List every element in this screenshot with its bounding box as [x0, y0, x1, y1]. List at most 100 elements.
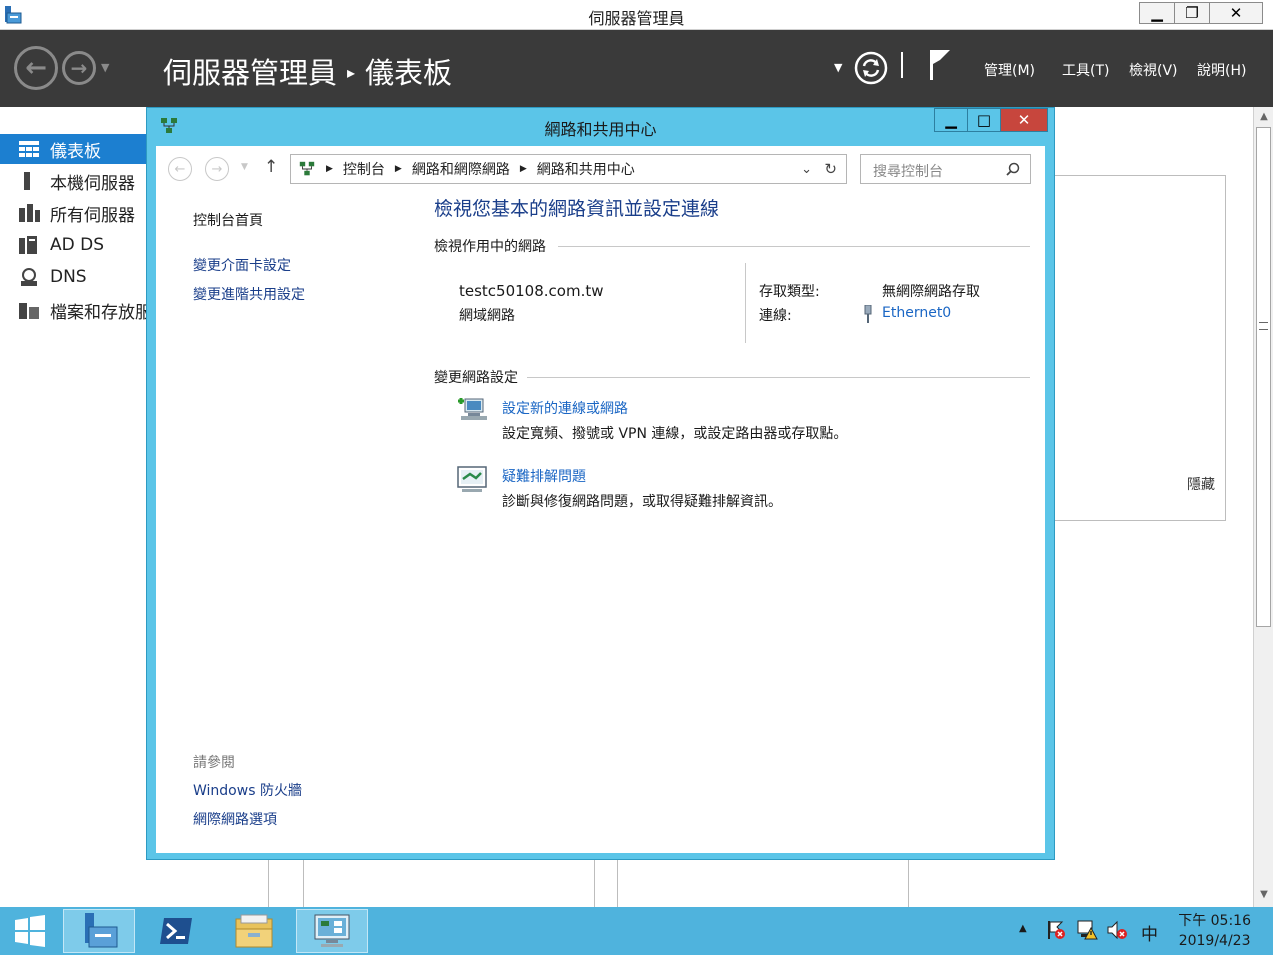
clock-time: 下午 05:16 — [1178, 913, 1251, 929]
scrollbar-thumb[interactable] — [1256, 127, 1271, 627]
menu-tools[interactable]: 工具(T) — [1062, 60, 1109, 80]
show-hidden-icons-button[interactable]: ▲ — [1019, 923, 1027, 934]
network-location-icon — [299, 161, 315, 176]
address-crumb-network-sharing[interactable]: 網路和共用中心 — [537, 159, 635, 179]
control-panel-home-link[interactable]: 控制台首頁 — [193, 210, 263, 230]
dashboard-icon — [19, 141, 39, 157]
forward-button[interactable]: → — [62, 51, 96, 85]
troubleshoot-link[interactable]: 疑難排解問題 — [502, 466, 586, 486]
dialog-maximize-button[interactable]: □ — [967, 108, 1001, 132]
dialog-close-button[interactable]: ✕ — [1000, 108, 1048, 132]
menu-view[interactable]: 檢視(V) — [1129, 60, 1178, 80]
taskbar-server-manager[interactable] — [63, 909, 135, 953]
panel-divider — [617, 860, 618, 907]
sidebar-item-ad-ds[interactable]: AD DS — [0, 230, 147, 260]
menu-manage[interactable]: 管理(M) — [984, 60, 1035, 80]
history-dropdown-icon[interactable]: ▼ — [101, 61, 109, 74]
minimize-button[interactable]: ▁ — [1139, 2, 1175, 24]
start-button[interactable] — [0, 909, 60, 953]
clock-date: 2019/4/23 — [1178, 933, 1251, 949]
header-divider — [901, 52, 903, 78]
taskbar: ▲ 中 下午 05:16 2019/4/23 — [0, 907, 1273, 955]
setup-new-connection-link[interactable]: 設定新的連線或網路 — [502, 398, 628, 418]
speaker-muted-icon[interactable] — [1106, 919, 1128, 941]
network-info-divider — [745, 263, 746, 343]
active-networks-title: 檢視作用中的網路 — [434, 239, 546, 255]
panel-divider — [594, 860, 595, 907]
setup-new-connection-desc: 設定寬頻、撥號或 VPN 連線，或設定路由器或存取點。 — [502, 426, 848, 442]
restore-button[interactable]: ❐ — [1174, 2, 1210, 24]
dialog-back-button[interactable]: ← — [168, 157, 192, 181]
header-dropdown-icon[interactable]: ▼ — [834, 61, 842, 74]
up-level-button[interactable]: ↑ — [264, 157, 278, 177]
file-storage-icon — [19, 303, 39, 319]
troubleshoot-desc: 診斷與修復網路問題，或取得疑難排解資訊。 — [502, 494, 782, 510]
page-heading: 檢視您基本的網路資訊並設定連線 — [434, 198, 720, 220]
close-button[interactable]: ✕ — [1209, 2, 1263, 24]
sidebar-item-local-server[interactable]: 本機伺服器 — [0, 166, 147, 196]
window-controls: ▁ ❐ ✕ — [1139, 2, 1263, 24]
sidebar-label: 檔案和存放服 — [50, 302, 147, 323]
windows-firewall-link[interactable]: Windows 防火牆 — [193, 780, 302, 800]
sidebar-item-file-storage[interactable]: 檔案和存放服 — [0, 295, 147, 325]
address-crumb-control-panel[interactable]: 控制台 — [343, 159, 385, 179]
recent-pages-dropdown-icon[interactable]: ▼ — [241, 162, 248, 172]
address-toolbar: ← → ▼ ↑ ▶ 控制台 ▶ 網路和網際網路 ▶ 網路和共用中心 ⌄ ↻ 搜尋… — [156, 146, 1045, 192]
section-divider — [558, 246, 1030, 247]
scroll-up-icon[interactable]: ▲ — [1254, 111, 1273, 122]
ad-ds-icon — [19, 236, 37, 254]
local-server-icon — [24, 172, 30, 190]
address-crumb-network-internet[interactable]: 網路和網際網路 — [412, 159, 510, 179]
menu-help[interactable]: 說明(H) — [1197, 60, 1246, 80]
panel-divider — [303, 860, 304, 907]
dialog-title: 網路和共用中心 — [544, 120, 657, 139]
sidebar-item-dashboard[interactable]: 儀表板 — [0, 134, 147, 164]
vertical-scrollbar[interactable]: ▲ ▼ — [1253, 107, 1273, 907]
network-warning-icon[interactable] — [1076, 919, 1098, 941]
breadcrumb-current: 儀表板 — [365, 56, 453, 90]
search-icon[interactable] — [1006, 162, 1020, 176]
taskbar-powershell[interactable] — [140, 909, 212, 953]
action-center-flag-icon[interactable] — [1045, 919, 1067, 941]
sidebar-item-dns[interactable]: DNS — [0, 262, 147, 292]
troubleshoot-icon — [457, 466, 487, 492]
notification-flag-icon[interactable] — [928, 48, 952, 82]
taskbar-file-explorer[interactable] — [218, 909, 290, 953]
address-bar[interactable]: ▶ 控制台 ▶ 網路和網際網路 ▶ 網路和共用中心 ⌄ ↻ — [290, 154, 847, 184]
change-adapter-settings-link[interactable]: 變更介面卡設定 — [193, 255, 291, 275]
access-type-value: 無網際網路存取 — [882, 284, 980, 300]
back-button[interactable]: ← — [14, 46, 58, 90]
input-method-indicator[interactable]: 中 — [1141, 920, 1158, 945]
dashboard-panel: 隱藏 — [1054, 175, 1226, 521]
address-separator-icon: ▶ — [519, 164, 527, 174]
server-manager-icon — [85, 913, 118, 948]
change-settings-title: 變更網路設定 — [434, 370, 518, 386]
sidebar-label: 本機伺服器 — [50, 173, 135, 194]
server-manager-header: ← → ▼ 伺服器管理員 ▸ 儀表板 ▼ 管理(M) 工具(T) 檢視(V) 說明(… — [0, 30, 1273, 107]
grip-icon — [1259, 322, 1268, 330]
breadcrumb: 伺服器管理員 ▸ 儀表板 — [163, 50, 452, 92]
change-advanced-sharing-link[interactable]: 變更進階共用設定 — [193, 284, 305, 304]
sidebar-label: 所有伺服器 — [50, 205, 135, 226]
panel-hide-link[interactable]: 隱藏 — [1187, 474, 1215, 494]
sidebar-label: AD DS — [50, 235, 105, 255]
address-dropdown-icon[interactable]: ⌄ — [801, 162, 812, 177]
dialog-minimize-button[interactable]: ▁ — [934, 108, 968, 132]
breadcrumb-root[interactable]: 伺服器管理員 — [163, 56, 337, 90]
internet-options-link[interactable]: 網際網路選項 — [193, 809, 277, 829]
scroll-down-icon[interactable]: ▼ — [1254, 889, 1273, 900]
search-input[interactable]: 搜尋控制台 — [860, 154, 1031, 184]
panel-divider — [908, 860, 909, 907]
sidebar-item-all-servers[interactable]: 所有伺服器 — [0, 198, 147, 228]
taskbar-control-panel[interactable] — [296, 909, 368, 953]
ethernet-connection-link[interactable]: Ethernet0 — [882, 305, 951, 321]
window-title: 伺服器管理員 — [588, 9, 685, 28]
system-clock[interactable]: 下午 05:16 2019/4/23 — [1178, 911, 1251, 951]
all-servers-icon — [19, 204, 40, 222]
address-refresh-icon[interactable]: ↻ — [824, 160, 837, 178]
sidebar-label: DNS — [50, 267, 87, 287]
windows-logo-icon — [15, 915, 45, 947]
refresh-icon[interactable] — [854, 51, 888, 85]
ethernet-icon — [864, 305, 872, 323]
dialog-forward-button[interactable]: → — [205, 157, 229, 181]
